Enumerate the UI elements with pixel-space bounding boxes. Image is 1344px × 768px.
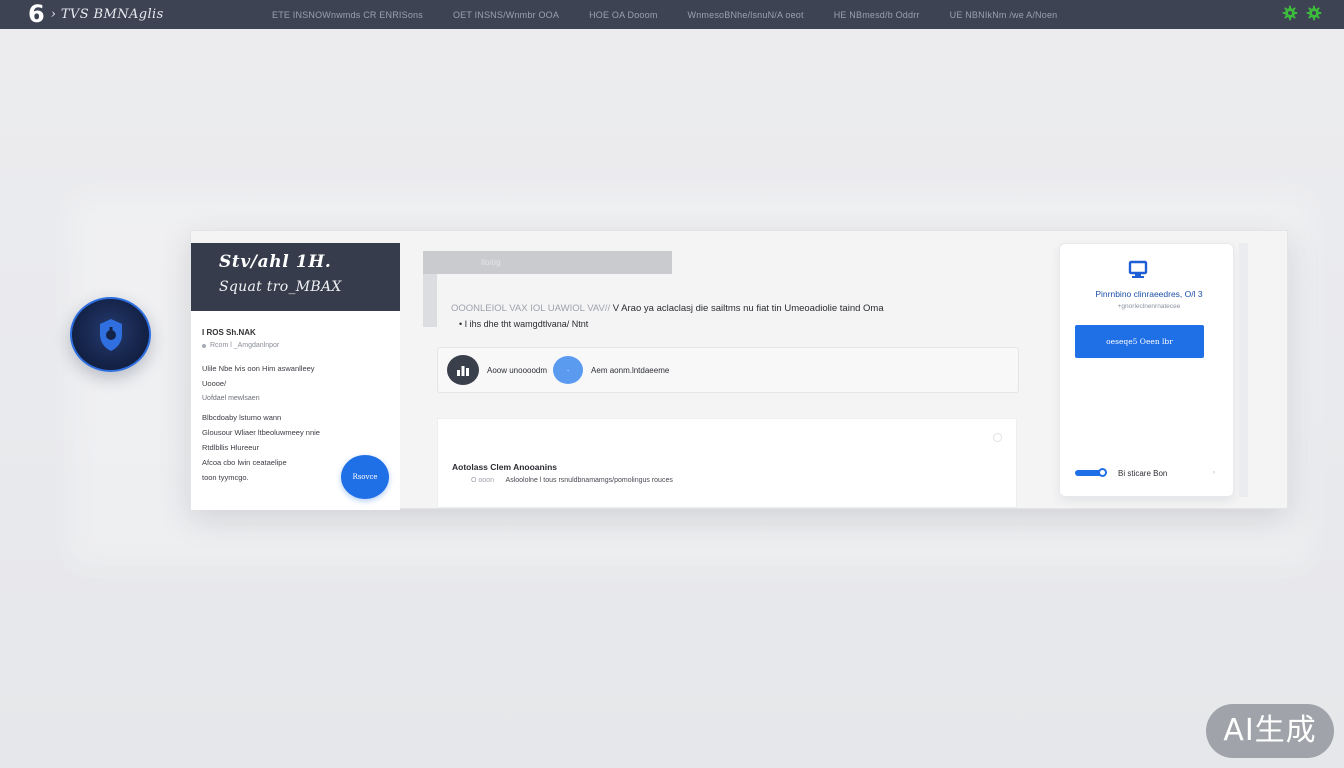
left-panel-title: Stv/ahl 1H.	[219, 252, 332, 272]
main-card: Stv/ahl 1H. Squat tro_MBAX I ROS Sh.NAK …	[190, 230, 1288, 510]
left-panel-text: Ulile Nbe lvis oon Him aswanlleey	[202, 364, 315, 373]
nav-item[interactable]: UE NBNIkNm /we A/Noen	[950, 10, 1058, 20]
activity-meta-prefix: O ooon	[471, 477, 494, 484]
info-dot-icon: ·	[553, 356, 584, 384]
pill-label: Aem aonm.lntdaeeme	[591, 365, 670, 375]
right-panel-footer[interactable]: Bi sticare Bon ›	[1075, 466, 1215, 480]
activity-meta: O ooon Asloololne l tous rsnuldbnamamgs/…	[471, 477, 673, 484]
left-panel-text: Uofdael mewlsaen	[202, 395, 260, 402]
left-panel: Stv/ahl 1H. Squat tro_MBAX I ROS Sh.NAK …	[191, 243, 400, 510]
primary-cta-button[interactable]: oeseqe5 Oeen lbr	[1075, 325, 1204, 358]
right-panel-title: Pinrnbino clinraeedres, O/l 3	[1095, 289, 1203, 299]
nav-item[interactable]: ETE INSNOWnwmds CR ENRISons	[272, 10, 423, 20]
headline-subline: • I ihs dhe tht wamgdtlvana/ Ntnt	[459, 319, 589, 329]
left-panel-text: Glousour Wliaer ltbeoluwmeey nnie	[202, 428, 320, 437]
brand[interactable]: 6 › TVS BMNAglis	[28, 0, 164, 29]
shield-badge[interactable]	[70, 297, 151, 372]
headline-text: V Arao ya aclaclasj die sailtms nu fiat …	[612, 303, 884, 314]
left-panel-subtitle: Squat tro_MBAX	[219, 279, 342, 295]
action-pill-row: Aoow unoooodm · Aem aonm.lntdaeeme	[437, 347, 1019, 393]
right-panel-footer-label: Bi sticare Bon	[1118, 468, 1168, 478]
tab-edge	[423, 274, 437, 327]
chevron-right-icon: ›	[1213, 470, 1215, 476]
nav-item[interactable]: HE NBmesd/b Oddrr	[834, 10, 920, 20]
top-navbar: 6 › TVS BMNAglis ETE INSNOWnwmds CR ENRI…	[0, 0, 1344, 29]
toggle-switch[interactable]	[1075, 468, 1107, 477]
right-panel: Pinrnbino clinraeedres, O/l 3 +gnorlecln…	[1059, 243, 1234, 497]
bullet-icon	[202, 344, 206, 348]
pill-action[interactable]: Aoow unoooodm	[447, 355, 547, 385]
nav-item[interactable]: WnmesoBNhe/lsnuN/A oeot	[688, 10, 804, 20]
pill-label: Aoow unoooodm	[487, 365, 548, 375]
pill-action[interactable]: · Aem aonm.lntdaeeme	[553, 356, 669, 384]
monitor-icon	[1127, 260, 1149, 280]
nav-item[interactable]: HOE OA Dooom	[589, 10, 657, 20]
resolve-button[interactable]: Rsovce	[341, 455, 389, 499]
activity-meta-text: Asloololne l tous rsnuldbnamamgs/pomolin…	[505, 477, 673, 484]
headline: OOONLEIOL VAX IOL UAWIOL VAV// V Arao ya…	[451, 301, 1026, 316]
left-panel-header: Stv/ahl 1H. Squat tro_MBAX	[191, 243, 400, 311]
top-actions	[1282, 5, 1322, 21]
ai-generated-watermark: AI生成	[1206, 704, 1334, 758]
left-panel-meta: Rcom l _Amgdanlnpor	[202, 339, 400, 353]
right-panel-subtitle: +gnorleclnenrnatecee	[1117, 303, 1181, 310]
chart-icon	[447, 355, 479, 385]
right-panel-edge	[1239, 243, 1248, 497]
left-panel-text: Uoooe/	[202, 379, 227, 388]
left-panel-meta-text: Rcom l _Amgdanlnpor	[210, 342, 280, 349]
shield-icon	[99, 318, 122, 351]
status-circle-icon	[993, 433, 1002, 442]
nav-item[interactable]: OET INSNS/Wnmbr OOA	[453, 10, 559, 20]
left-panel-text: Rtdlbllis Hlureeur	[202, 443, 260, 452]
tab-label: Ilo/og	[481, 258, 501, 267]
activity-card: Aotolass Clem Anooanins O ooon Asloololn…	[437, 418, 1017, 508]
main-nav: ETE INSNOWnwmds CR ENRISons OET INSNS/Wn…	[272, 0, 1057, 29]
tab-strip[interactable]: Ilo/og	[423, 251, 672, 274]
brand-name: › TVS BMNAglis	[50, 7, 164, 22]
left-panel-label: I ROS Sh.NAK	[202, 328, 256, 337]
headline-prefix: OOONLEIOL VAX IOL UAWIOL VAV//	[451, 303, 611, 314]
activity-title: Aotolass Clem Anooanins	[452, 462, 558, 472]
gear-icon[interactable]	[1306, 5, 1322, 21]
gear-icon[interactable]	[1282, 5, 1298, 21]
brand-logo: 6	[28, 0, 45, 28]
left-panel-text: Blbcdoaby lstumo wann	[202, 413, 282, 422]
